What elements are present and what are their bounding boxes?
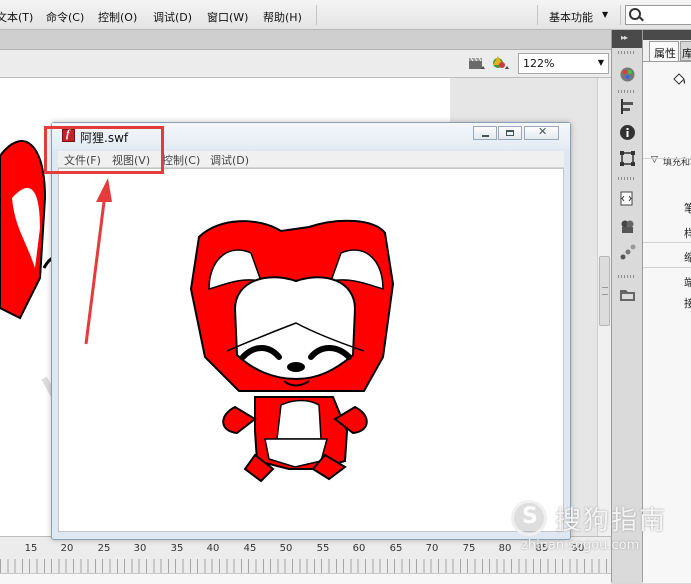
grip-icon — [602, 287, 608, 295]
menu-control[interactable]: 控制(O) — [98, 9, 137, 25]
grip-icon — [618, 90, 636, 93]
grip-icon — [618, 177, 636, 180]
search-icon — [629, 8, 641, 20]
ruler-label: 45 — [243, 543, 257, 554]
tab-properties[interactable]: 属性 — [649, 41, 679, 61]
panel-header[interactable]: ▸▸ — [612, 30, 642, 48]
components-icon[interactable] — [619, 218, 636, 235]
menu-text[interactable]: 文本(T) — [0, 9, 33, 25]
dropdown-caret-icon: ▼ — [602, 10, 609, 19]
scrollbar-thumb[interactable] — [599, 256, 610, 326]
stroke-label: 笔 — [684, 202, 691, 215]
zoom-value: 122% — [523, 57, 555, 70]
zoom-dropdown[interactable]: 122% ▼ — [518, 53, 609, 74]
ali-fox-character — [189, 219, 395, 483]
edit-symbol-icon[interactable] — [492, 55, 510, 71]
cap-label: 端 — [684, 276, 691, 289]
maximize-button[interactable] — [498, 126, 522, 140]
close-button[interactable]: ✕ — [524, 125, 559, 140]
swf-content-area[interactable] — [58, 168, 564, 532]
swf-menu-control[interactable]: 控制(C) — [162, 152, 200, 168]
motion-presets-icon[interactable] — [619, 244, 636, 261]
ruler-label: 65 — [389, 543, 403, 554]
edit-scene-icon[interactable] — [468, 55, 486, 71]
swf-player-window[interactable]: 阿狸.swf ✕ 文件(F) 视图(V) 控制(C) 调试(D) — [51, 122, 571, 540]
annotation-highlight-box — [44, 126, 164, 174]
style-label: 样 — [684, 227, 691, 240]
ruler-label: 75 — [462, 543, 476, 554]
menubar-divider — [620, 5, 621, 25]
watermark: 搜狗指南 zhinan.sogou.com — [511, 500, 686, 564]
ruler-label: 80 — [498, 543, 512, 554]
divider — [643, 242, 691, 243]
grip-icon — [618, 275, 636, 278]
divider — [643, 158, 691, 159]
tab-library[interactable]: 库 — [680, 41, 691, 61]
document-tab-strip — [0, 30, 611, 50]
ruler-label: 70 — [425, 543, 439, 554]
workspace-switcher[interactable]: 基本功能 ▼ — [541, 4, 615, 26]
stage-vertical-scrollbar[interactable] — [597, 78, 611, 536]
scale-label: 缩 — [684, 251, 691, 264]
paint-bucket-icon — [673, 73, 686, 85]
menubar-divider — [537, 5, 538, 25]
minimize-button[interactable] — [473, 126, 497, 140]
fill-stroke-section-label: 填充和笔触 — [663, 158, 691, 168]
watermark-url: zhinan.sogou.com — [521, 538, 640, 553]
close-icon: ✕ — [538, 125, 548, 138]
menubar-divider — [316, 5, 317, 25]
menu-help[interactable]: 帮助(H) — [263, 9, 302, 25]
watermark-title: 搜狗指南 — [555, 506, 668, 536]
ruler-label: 50 — [279, 543, 293, 554]
chevron-down-icon: ▼ — [597, 58, 604, 67]
sogou-logo-icon — [511, 500, 547, 536]
help-search-input[interactable] — [625, 5, 691, 25]
workspace-label: 基本功能 — [549, 11, 593, 24]
ruler-label: 35 — [170, 543, 184, 554]
menu-commands[interactable]: 命令(C) — [46, 9, 84, 25]
ruler-label: 60 — [352, 543, 366, 554]
timeline-frames[interactable] — [0, 573, 611, 584]
ruler-label: 55 — [316, 543, 330, 554]
divider — [643, 267, 691, 268]
join-label: 接 — [684, 297, 691, 310]
align-panel-icon[interactable] — [619, 98, 636, 115]
grip-icon — [618, 51, 636, 54]
collapse-icon[interactable]: ▸▸ — [621, 33, 628, 42]
code-snippets-icon[interactable] — [619, 190, 636, 207]
menu-debug[interactable]: 调试(D) — [153, 9, 192, 25]
info-icon[interactable] — [619, 124, 636, 141]
menu-window[interactable]: 窗口(W) — [207, 9, 248, 25]
maximize-icon — [506, 130, 514, 136]
minimize-icon — [482, 135, 489, 137]
swf-menu-debug[interactable]: 调试(D) — [210, 152, 249, 168]
disclosure-triangle-icon[interactable]: ▽ — [651, 155, 658, 165]
color-panel-icon[interactable] — [619, 66, 636, 83]
ruler-label: 20 — [60, 543, 74, 554]
project-panel-icon[interactable] — [619, 286, 636, 303]
ruler-label: 40 — [206, 543, 220, 554]
ruler-label: 15 — [24, 543, 38, 554]
ruler-label: 25 — [97, 543, 111, 554]
annotation-arrow-icon — [84, 178, 112, 345]
ruler-label: 30 — [133, 543, 147, 554]
panel-header[interactable] — [643, 30, 691, 40]
transform-icon[interactable] — [619, 150, 636, 167]
